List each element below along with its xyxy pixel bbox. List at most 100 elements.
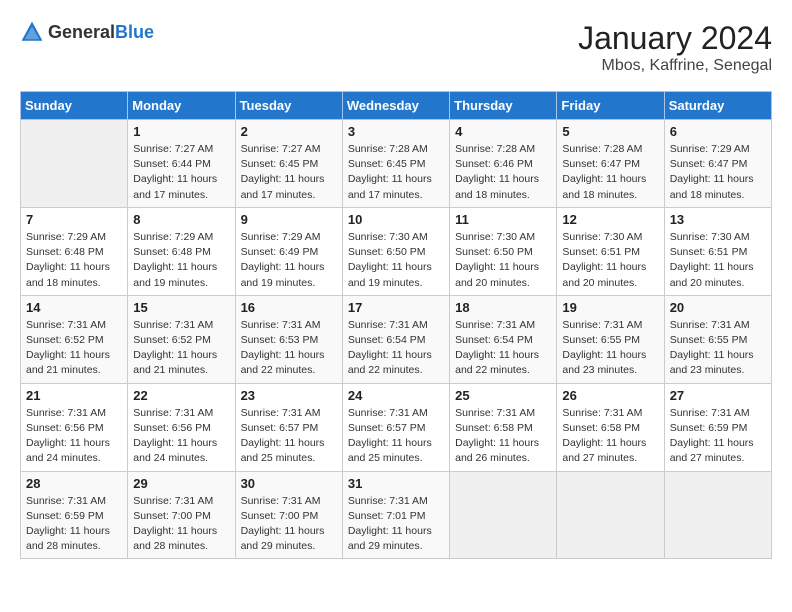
day-number: 1: [133, 124, 229, 139]
day-info: Sunrise: 7:27 AMSunset: 6:45 PMDaylight:…: [241, 142, 337, 203]
day-number: 10: [348, 212, 444, 227]
calendar-cell: 2 Sunrise: 7:27 AMSunset: 6:45 PMDaylight…: [235, 120, 342, 208]
calendar-header: SundayMondayTuesdayWednesdayThursdayFrid…: [21, 92, 772, 120]
day-number: 11: [455, 212, 551, 227]
day-info: Sunrise: 7:31 AMSunset: 6:54 PMDaylight:…: [455, 318, 551, 379]
day-number: 16: [241, 300, 337, 315]
calendar-cell: 1Sunrise: 7:27 AMSunset: 6:44 PMDaylight…: [128, 120, 235, 208]
day-info: Sunrise: 7:30 AMSunset: 6:51 PMDaylight:…: [670, 230, 766, 291]
calendar-cell: 24 Sunrise: 7:31 AMSunset: 6:57 PMDayligh…: [342, 383, 449, 471]
calendar-cell: 12 Sunrise: 7:30 AMSunset: 6:51 PMDayligh…: [557, 207, 664, 295]
calendar-cell: 20 Sunrise: 7:31 AMSunset: 6:55 PMDayligh…: [664, 295, 771, 383]
day-number: 24: [348, 388, 444, 403]
day-number: 8: [133, 212, 229, 227]
calendar-cell: 13Sunrise: 7:30 AMSunset: 6:51 PMDayligh…: [664, 207, 771, 295]
calendar-cell: 4 Sunrise: 7:28 AMSunset: 6:46 PMDaylight…: [450, 120, 557, 208]
day-number: 27: [670, 388, 766, 403]
calendar-cell: 23 Sunrise: 7:31 AMSunset: 6:57 PMDayligh…: [235, 383, 342, 471]
calendar-cell: 17 Sunrise: 7:31 AMSunset: 6:54 PMDayligh…: [342, 295, 449, 383]
day-number: 25: [455, 388, 551, 403]
calendar-cell: 29 Sunrise: 7:31 AMSunset: 7:00 PMDayligh…: [128, 471, 235, 559]
calendar-cell: 16Sunrise: 7:31 AMSunset: 6:53 PMDayligh…: [235, 295, 342, 383]
calendar-cell: [557, 471, 664, 559]
day-info: Sunrise: 7:31 AMSunset: 6:55 PMDaylight:…: [670, 318, 766, 379]
day-number: 9: [241, 212, 337, 227]
day-info: Sunrise: 7:31 AMSunset: 6:52 PMDaylight:…: [133, 318, 229, 379]
calendar-cell: 18 Sunrise: 7:31 AMSunset: 6:54 PMDayligh…: [450, 295, 557, 383]
day-number: 3: [348, 124, 444, 139]
calendar-cell: 21 Sunrise: 7:31 AMSunset: 6:56 PMDayligh…: [21, 383, 128, 471]
title-block: January 2024 Mbos, Kaffrine, Senegal: [578, 20, 772, 75]
day-info: Sunrise: 7:31 AMSunset: 7:00 PMDaylight:…: [241, 494, 337, 555]
calendar-cell: [21, 120, 128, 208]
calendar-cell: 19 Sunrise: 7:31 AMSunset: 6:55 PMDayligh…: [557, 295, 664, 383]
calendar-cell: 25Sunrise: 7:31 AMSunset: 6:58 PMDayligh…: [450, 383, 557, 471]
day-number: 23: [241, 388, 337, 403]
day-info: Sunrise: 7:29 AMSunset: 6:49 PMDaylight:…: [241, 230, 337, 291]
weekday-header-saturday: Saturday: [664, 92, 771, 120]
page-subtitle: Mbos, Kaffrine, Senegal: [578, 57, 772, 75]
day-info: Sunrise: 7:28 AMSunset: 6:46 PMDaylight:…: [455, 142, 551, 203]
day-number: 2: [241, 124, 337, 139]
page-header: GeneralBlue January 2024 Mbos, Kaffrine,…: [20, 20, 772, 75]
logo-icon: [20, 20, 44, 44]
logo: GeneralBlue: [20, 20, 154, 44]
calendar-cell: 11 Sunrise: 7:30 AMSunset: 6:50 PMDayligh…: [450, 207, 557, 295]
day-number: 4: [455, 124, 551, 139]
day-number: 31: [348, 476, 444, 491]
day-number: 7: [26, 212, 122, 227]
day-number: 21: [26, 388, 122, 403]
day-info: Sunrise: 7:31 AMSunset: 6:54 PMDaylight:…: [348, 318, 444, 379]
day-info: Sunrise: 7:30 AMSunset: 6:51 PMDaylight:…: [562, 230, 658, 291]
calendar-week-2: 7 Sunrise: 7:29 AMSunset: 6:48 PMDaylight…: [21, 207, 772, 295]
page-title: January 2024: [578, 20, 772, 57]
weekday-header-wednesday: Wednesday: [342, 92, 449, 120]
calendar-cell: [664, 471, 771, 559]
calendar-table: SundayMondayTuesdayWednesdayThursdayFrid…: [20, 91, 772, 559]
day-info: Sunrise: 7:31 AMSunset: 6:52 PMDaylight:…: [26, 318, 122, 379]
calendar-cell: 14Sunrise: 7:31 AMSunset: 6:52 PMDayligh…: [21, 295, 128, 383]
day-number: 6: [670, 124, 766, 139]
calendar-cell: 6 Sunrise: 7:29 AMSunset: 6:47 PMDaylight…: [664, 120, 771, 208]
day-info: Sunrise: 7:29 AMSunset: 6:48 PMDaylight:…: [133, 230, 229, 291]
day-info: Sunrise: 7:30 AMSunset: 6:50 PMDaylight:…: [455, 230, 551, 291]
day-number: 12: [562, 212, 658, 227]
day-info: Sunrise: 7:28 AMSunset: 6:45 PMDaylight:…: [348, 142, 444, 203]
day-info: Sunrise: 7:30 AMSunset: 6:50 PMDaylight:…: [348, 230, 444, 291]
calendar-cell: 22Sunrise: 7:31 AMSunset: 6:56 PMDayligh…: [128, 383, 235, 471]
day-number: 20: [670, 300, 766, 315]
day-info: Sunrise: 7:31 AMSunset: 6:56 PMDaylight:…: [26, 406, 122, 467]
calendar-cell: 10 Sunrise: 7:30 AMSunset: 6:50 PMDayligh…: [342, 207, 449, 295]
calendar-cell: 15 Sunrise: 7:31 AMSunset: 6:52 PMDayligh…: [128, 295, 235, 383]
day-number: 15: [133, 300, 229, 315]
day-info: Sunrise: 7:31 AMSunset: 6:57 PMDaylight:…: [241, 406, 337, 467]
calendar-cell: 26 Sunrise: 7:31 AMSunset: 6:58 PMDayligh…: [557, 383, 664, 471]
calendar-body: 1Sunrise: 7:27 AMSunset: 6:44 PMDaylight…: [21, 120, 772, 559]
calendar-cell: 7Sunrise: 7:29 AMSunset: 6:48 PMDaylight…: [21, 207, 128, 295]
day-number: 29: [133, 476, 229, 491]
day-number: 28: [26, 476, 122, 491]
calendar-week-3: 14Sunrise: 7:31 AMSunset: 6:52 PMDayligh…: [21, 295, 772, 383]
day-info: Sunrise: 7:31 AMSunset: 6:58 PMDaylight:…: [562, 406, 658, 467]
day-info: Sunrise: 7:31 AMSunset: 7:01 PMDaylight:…: [348, 494, 444, 555]
calendar-cell: 28 Sunrise: 7:31 AMSunset: 6:59 PMDayligh…: [21, 471, 128, 559]
day-number: 18: [455, 300, 551, 315]
weekday-header-monday: Monday: [128, 92, 235, 120]
day-info: Sunrise: 7:31 AMSunset: 6:59 PMDaylight:…: [26, 494, 122, 555]
calendar-cell: 3 Sunrise: 7:28 AMSunset: 6:45 PMDaylight…: [342, 120, 449, 208]
day-number: 19: [562, 300, 658, 315]
day-info: Sunrise: 7:29 AMSunset: 6:47 PMDaylight:…: [670, 142, 766, 203]
day-info: Sunrise: 7:31 AMSunset: 6:57 PMDaylight:…: [348, 406, 444, 467]
day-info: Sunrise: 7:31 AMSunset: 6:55 PMDaylight:…: [562, 318, 658, 379]
weekday-header-thursday: Thursday: [450, 92, 557, 120]
weekday-row: SundayMondayTuesdayWednesdayThursdayFrid…: [21, 92, 772, 120]
logo-blue: Blue: [115, 22, 154, 42]
weekday-header-friday: Friday: [557, 92, 664, 120]
calendar-cell: 8 Sunrise: 7:29 AMSunset: 6:48 PMDaylight…: [128, 207, 235, 295]
day-info: Sunrise: 7:31 AMSunset: 7:00 PMDaylight:…: [133, 494, 229, 555]
day-number: 26: [562, 388, 658, 403]
calendar-cell: 30Sunrise: 7:31 AMSunset: 7:00 PMDayligh…: [235, 471, 342, 559]
calendar-cell: 9 Sunrise: 7:29 AMSunset: 6:49 PMDaylight…: [235, 207, 342, 295]
calendar-cell: 5Sunrise: 7:28 AMSunset: 6:47 PMDaylight…: [557, 120, 664, 208]
day-number: 17: [348, 300, 444, 315]
